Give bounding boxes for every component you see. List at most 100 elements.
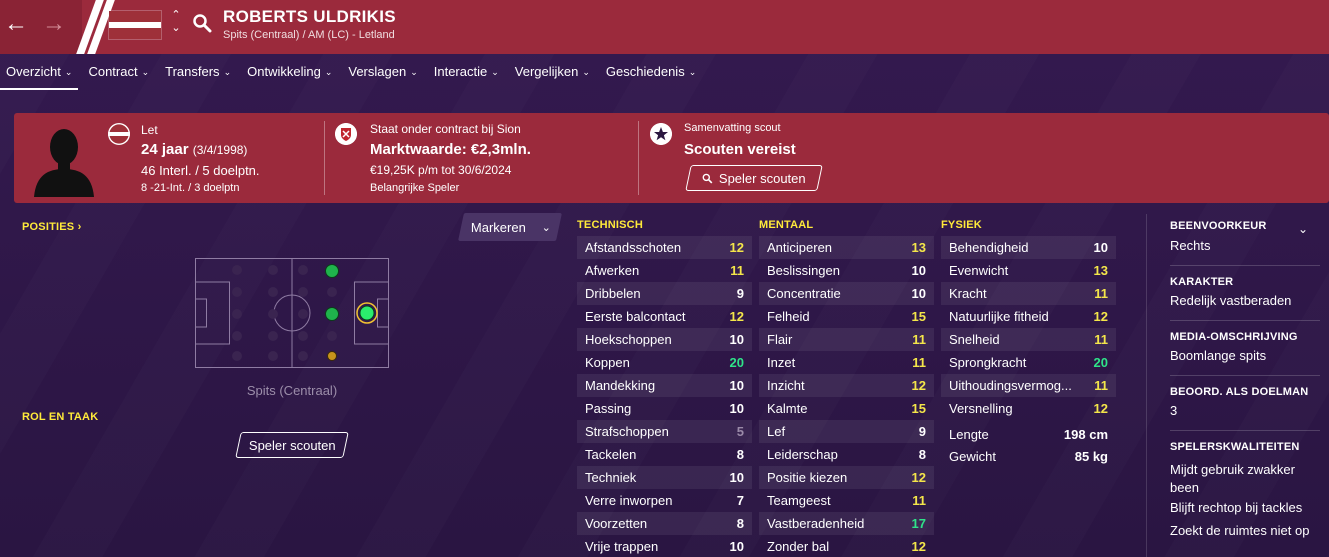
attribute-row[interactable]: Vrije trappen 10 (577, 535, 752, 557)
tab-interactie[interactable]: Interactie ⌄ (434, 54, 499, 90)
player-name: ROBERTS ULDRIKIS (223, 7, 396, 26)
wage: €19,25K p/m tot 30/6/2024 (370, 163, 512, 177)
tab-contract[interactable]: Contract ⌄ (88, 54, 149, 90)
attribute-row[interactable]: Zonder bal 12 (759, 535, 934, 557)
attribute-row[interactable]: Koppen 20 (577, 351, 752, 374)
attribute-row[interactable]: Uithoudingsvermog... 11 (941, 374, 1116, 397)
scout-player-button-2[interactable]: Speler scouten (235, 432, 349, 458)
physical-title: FYSIEK (941, 219, 982, 231)
attribute-row[interactable]: Natuurlijke fitheid 12 (941, 305, 1116, 328)
attribute-row[interactable]: Lef 9 (759, 420, 934, 443)
role-title: ROL EN TAAK (22, 411, 99, 423)
attribute-row[interactable]: Passing 10 (577, 397, 752, 420)
right-panel-divider (1146, 214, 1147, 557)
attribute-row[interactable]: Verre inworpen 7 (577, 489, 752, 512)
attribute-row[interactable]: Vastberadenheid 17 (759, 512, 934, 535)
age-value: 24 jaar (141, 141, 189, 158)
foot-value: Rechts (1170, 238, 1211, 253)
chevron-down-icon[interactable]: ⌄ (1298, 222, 1308, 236)
tab-overzicht[interactable]: Overzicht ⌄ (0, 54, 79, 90)
separator (1170, 375, 1320, 376)
attribute-row[interactable]: Kalmte 15 (759, 397, 934, 420)
attribute-row[interactable]: Hoekschoppen 10 (577, 328, 752, 351)
attribute-row[interactable]: Sprongkracht 20 (941, 351, 1116, 374)
divider (638, 121, 639, 195)
date-of-birth: (3/4/1998) (192, 143, 248, 157)
foot-title: BEENVOORKEUR (1170, 220, 1267, 232)
player-switch-icon[interactable]: ⌃ ⌄ (170, 9, 182, 35)
tab-vergelijken[interactable]: Vergelijken ⌄ (515, 54, 590, 90)
mental-attributes: Anticiperen 13 Beslissingen 10 Concentrati… (759, 236, 934, 557)
attribute-row[interactable]: Inzet 11 (759, 351, 934, 374)
tab-transfers[interactable]: Transfers ⌄ (165, 54, 231, 90)
tab-bar: Overzicht ⌄ Contract ⌄ Transfers ⌄ Ontwikke… (0, 54, 1329, 90)
attribute-row[interactable]: Strafschoppen 5 (577, 420, 752, 443)
scout-button-content: Speler scouten (702, 171, 806, 186)
attribute-row[interactable]: Snelheid 11 (941, 328, 1116, 351)
attribute-row[interactable]: Felheid 15 (759, 305, 934, 328)
attribute-row[interactable]: Behendigheid 10 (941, 236, 1116, 259)
attribute-row[interactable]: Inzicht 12 (759, 374, 934, 397)
attribute-row[interactable]: Kracht 11 (941, 282, 1116, 305)
separator (1170, 320, 1320, 321)
character-title: KARAKTER (1170, 276, 1234, 288)
quality-item: Zoekt de ruimtes niet op (1170, 523, 1310, 538)
quality-item: Blijft rechtop bij tackles (1170, 500, 1303, 515)
attribute-row[interactable]: Tackelen 8 (577, 443, 752, 466)
tab-verslagen[interactable]: Verslagen ⌄ (348, 54, 417, 90)
scout-button-label: Speler scouten (719, 170, 806, 186)
media-value: Boomlange spits (1170, 348, 1267, 363)
tab-geschiedenis[interactable]: Geschiedenis ⌄ (606, 54, 696, 90)
goalkeeper-rating-title: BEOORD. ALS DOELMAN (1170, 386, 1309, 398)
player-header: ← → ⌃ ⌄ ROBERTS ULDRIKIS Spits (Centraal)… (0, 0, 1329, 54)
attribute-row[interactable]: Flair 11 (759, 328, 934, 351)
positions-title[interactable]: POSITIES › (22, 221, 81, 233)
nationality: Let (141, 123, 158, 137)
attribute-row[interactable]: Mandekking 10 (577, 374, 752, 397)
attribute-row[interactable]: Dribbelen 9 (577, 282, 752, 305)
latvia-flag-icon (108, 123, 130, 145)
attribute-row[interactable]: Evenwicht 13 (941, 259, 1116, 282)
chevron-down-icon: ⌄ (541, 221, 551, 234)
goalkeeper-rating-value: 3 (1170, 403, 1178, 418)
mark-dropdown-content: Markeren ⌄ (471, 220, 551, 235)
scout-summary-title: Samenvatting scout (684, 122, 781, 134)
attribute-row[interactable]: Concentratie 10 (759, 282, 934, 305)
mark-dropdown[interactable]: Markeren ⌄ (458, 213, 562, 241)
position-dot-st (359, 305, 375, 321)
character-value: Redelijk vastberaden (1170, 293, 1292, 308)
mark-dropdown-label: Markeren (471, 219, 526, 235)
scout-player-button[interactable]: Speler scouten (685, 165, 823, 191)
back-arrow-icon[interactable]: ← (4, 11, 28, 37)
height-row: Lengte 198 cm (941, 427, 1116, 442)
weight-value: 85 kg (1074, 449, 1108, 464)
attribute-row[interactable]: Afstandsschoten 12 (577, 236, 752, 259)
attribute-row[interactable]: Afwerken 11 (577, 259, 752, 282)
technical-attributes: Afstandsschoten 12 Afwerken 11 Dribbelen 9 … (577, 236, 752, 557)
market-value: Marktwaarde: €2,3mln. (370, 141, 531, 158)
caps: 46 Interl. / 5 doelptn. (141, 163, 260, 178)
forward-arrow-icon[interactable]: → (42, 11, 66, 37)
attribute-row[interactable]: Teamgeest 11 (759, 489, 934, 512)
physical-attributes: Behendigheid 10 Evenwicht 13 Kracht 11 Natu… (941, 236, 1116, 420)
separator (1170, 265, 1320, 266)
media-title: MEDIA-OMSCHRIJVING (1170, 331, 1298, 343)
attribute-row[interactable]: Leiderschap 8 (759, 443, 934, 466)
weight-row: Gewicht 85 kg (941, 449, 1116, 464)
u21-caps: 8 -21-Int. / 3 doelptn (141, 182, 240, 194)
technical-title: TECHNISCH (577, 219, 643, 231)
position-dot-amr (327, 351, 337, 361)
attribute-row[interactable]: Positie kiezen 12 (759, 466, 934, 489)
height-value: 198 cm (1063, 427, 1108, 442)
mental-title: MENTAAL (759, 219, 814, 231)
attribute-row[interactable]: Eerste balcontact 12 (577, 305, 752, 328)
position-dot-amc (325, 307, 339, 321)
attribute-row[interactable]: Versnelling 12 (941, 397, 1116, 420)
latvia-flag-icon (108, 10, 162, 40)
tab-ontwikkeling[interactable]: Ontwikkeling ⌄ (247, 54, 332, 90)
attribute-row[interactable]: Beslissingen 10 (759, 259, 934, 282)
search-icon[interactable] (192, 13, 212, 33)
attribute-row[interactable]: Anticiperen 13 (759, 236, 934, 259)
attribute-row[interactable]: Techniek 10 (577, 466, 752, 489)
attribute-row[interactable]: Voorzetten 8 (577, 512, 752, 535)
